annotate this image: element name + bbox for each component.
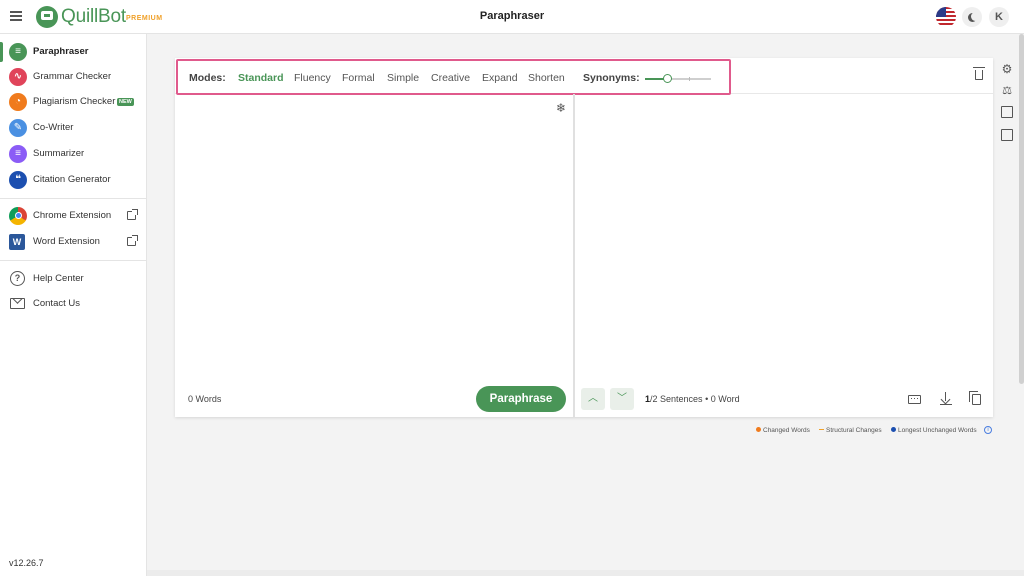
keyboard-icon[interactable] [908, 395, 921, 404]
legend-structural: Structural Changes [819, 427, 882, 434]
summarizer-icon: ≡ [9, 145, 27, 163]
sentence-counter: 1/2 Sentences • 0 Word [645, 394, 740, 404]
external-link-icon [127, 235, 138, 246]
dark-mode-button[interactable] [962, 7, 982, 27]
sidebar-item-contact-us[interactable]: Contact Us [9, 294, 143, 314]
sidebar-item-label: Co-Writer [33, 122, 74, 133]
plagiarism-icon: ◔ [9, 93, 27, 111]
next-sentence-button[interactable]: ﹀ [610, 388, 634, 410]
page-title: Paraphraser [479, 10, 545, 22]
mode-formal[interactable]: Formal [342, 72, 375, 84]
sidebar: ≡ Paraphraser ∿ Grammar Checker ◔ Plagia… [0, 34, 147, 576]
sidebar-item-label: Plagiarism Checker [33, 96, 116, 107]
sidebar-item-co-writer[interactable]: ✎ Co-Writer [9, 118, 143, 138]
copy-icon[interactable] [972, 394, 981, 405]
paraphrase-button[interactable]: Paraphrase [476, 386, 566, 412]
structural-dash-icon [819, 429, 824, 430]
settings-gear-icon[interactable]: ⚙ [1000, 62, 1014, 76]
moon-icon [971, 12, 980, 21]
sidebar-item-plagiarism-checker[interactable]: ◔ Plagiarism Checker NEW [9, 92, 143, 112]
mail-icon [10, 298, 25, 309]
mode-standard[interactable]: Standard [238, 72, 284, 84]
sidebar-item-paraphraser[interactable]: ≡ Paraphraser [9, 42, 143, 62]
bottom-strip [147, 570, 1024, 576]
mode-fluency[interactable]: Fluency [294, 72, 331, 84]
divider [0, 260, 147, 261]
synonyms-slider[interactable] [645, 74, 711, 83]
sidebar-item-label: Help Center [33, 273, 84, 284]
unchanged-dot-icon [891, 427, 896, 432]
avatar[interactable]: K [989, 7, 1009, 27]
divider [0, 198, 147, 199]
freeze-words-icon[interactable]: ❄ [556, 101, 566, 115]
previous-sentence-button[interactable]: ︿ [581, 388, 605, 410]
mode-creative[interactable]: Creative [431, 72, 470, 84]
sidebar-item-label: Paraphraser [33, 46, 89, 57]
input-word-count: 0 Words [188, 394, 222, 404]
modes-highlight-box: Modes: Standard Fluency Formal Simple Cr… [176, 59, 731, 95]
word-icon: W [9, 234, 25, 250]
legend-unchanged: Longest Unchanged Words [891, 427, 977, 434]
mode-expand[interactable]: Expand [482, 72, 518, 84]
modes-label: Modes: [189, 72, 226, 84]
editor-divider [573, 94, 575, 417]
sidebar-item-citation-generator[interactable]: ❝ Citation Generator [9, 170, 143, 190]
external-link-icon [127, 209, 138, 220]
statistics-icon[interactable] [1001, 129, 1013, 141]
sidebar-item-label: Summarizer [33, 148, 85, 159]
legend-changed: Changed Words [756, 427, 810, 434]
mode-shorten[interactable]: Shorten [528, 72, 565, 84]
download-icon-base [940, 404, 952, 406]
new-badge: NEW [117, 98, 134, 106]
top-bar: QuillBot PREMIUM Paraphraser K [0, 0, 1024, 34]
changed-dot-icon [756, 427, 761, 432]
sidebar-item-grammar-checker[interactable]: ∿ Grammar Checker [9, 67, 143, 87]
version-label: v12.26.7 [9, 558, 44, 568]
sidebar-item-label: Grammar Checker [33, 71, 112, 82]
compare-modes-icon[interactable]: ⚖ [1000, 84, 1014, 98]
sidebar-item-word-extension[interactable]: W Word Extension [9, 232, 143, 252]
paraphraser-icon: ≡ [9, 43, 27, 61]
legend-structural-label: Structural Changes [826, 427, 882, 434]
sentence-total: /2 Sentences [650, 394, 703, 404]
scrollbar[interactable] [1019, 34, 1024, 384]
legend-changed-label: Changed Words [763, 427, 810, 434]
feedback-icon[interactable] [1001, 106, 1013, 118]
sidebar-item-help-center[interactable]: ? Help Center [9, 269, 143, 289]
help-icon: ? [10, 271, 25, 286]
synonyms-slider-thumb[interactable] [662, 74, 672, 83]
sidebar-item-chrome-extension[interactable]: Chrome Extension [9, 206, 143, 226]
mode-simple[interactable]: Simple [387, 72, 419, 84]
grammar-icon: ∿ [9, 68, 27, 86]
output-word-count: • 0 Word [705, 394, 740, 404]
pen-icon: ✎ [9, 119, 27, 137]
legend-unchanged-label: Longest Unchanged Words [898, 427, 977, 434]
editor-toolbar: Modes: Standard Fluency Formal Simple Cr… [175, 58, 993, 95]
info-icon[interactable]: i [984, 426, 992, 434]
synonyms-label: Synonyms: [583, 72, 640, 84]
editor-card: Modes: Standard Fluency Formal Simple Cr… [175, 58, 993, 417]
sidebar-item-label: Contact Us [33, 298, 80, 309]
language-flag-icon[interactable] [936, 7, 956, 27]
chrome-icon [9, 207, 27, 225]
sidebar-item-summarizer[interactable]: ≡ Summarizer [9, 144, 143, 164]
slider-tick [688, 77, 690, 81]
active-indicator [0, 42, 3, 62]
trash-icon[interactable] [973, 67, 985, 80]
sidebar-item-label: Chrome Extension [33, 210, 112, 221]
sidebar-item-label: Word Extension [33, 236, 100, 247]
quote-icon: ❝ [9, 171, 27, 189]
sidebar-item-label: Citation Generator [33, 174, 111, 185]
